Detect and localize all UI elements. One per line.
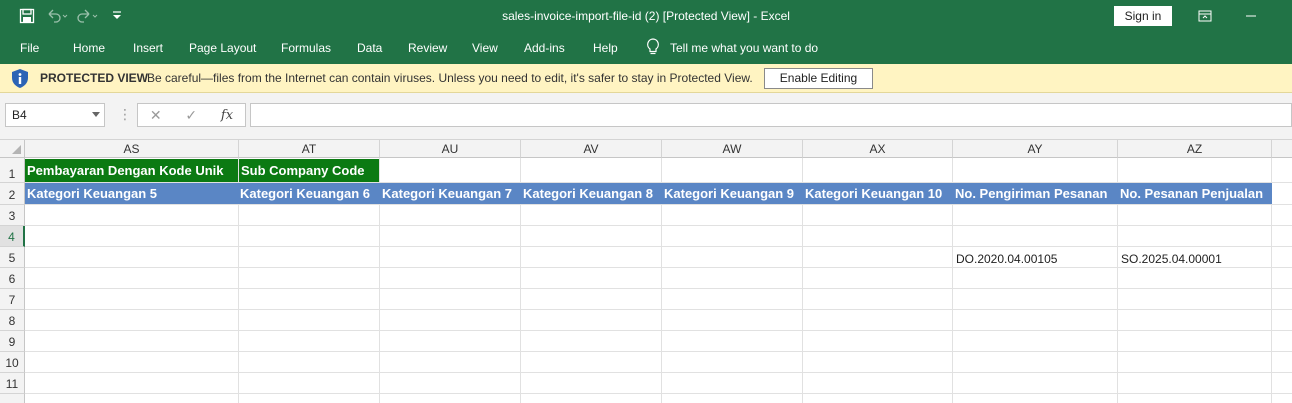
row-header-5[interactable]: 5 — [0, 247, 25, 268]
gridline — [25, 225, 1292, 226]
cell-av2[interactable]: Kategori Keuangan 8 — [521, 183, 662, 204]
title-bar: sales-invoice-import-file-id (2) [Protec… — [0, 0, 1292, 32]
tab-home[interactable]: Home — [73, 32, 105, 64]
column-header-au[interactable]: AU — [380, 140, 521, 158]
cell-ay2[interactable]: No. Pengiriman Pesanan — [953, 183, 1118, 204]
row-header-6[interactable]: 6 — [0, 268, 25, 289]
insert-function-icon[interactable]: fx — [221, 108, 233, 123]
column-header-av[interactable]: AV — [521, 140, 662, 158]
tab-formulas[interactable]: Formulas — [281, 32, 331, 64]
undo-icon[interactable] — [44, 0, 70, 32]
shield-info-icon — [10, 68, 30, 89]
formula-bar: B4 ⋮ ✕ ✓ fx — [0, 93, 1292, 140]
formula-buttons: ✕ ✓ fx — [137, 103, 246, 127]
cell-as2[interactable]: Kategori Keuangan 5 — [25, 183, 238, 204]
save-icon[interactable] — [14, 0, 40, 32]
column-header-next[interactable] — [1272, 140, 1292, 158]
row-header-8[interactable]: 8 — [0, 310, 25, 331]
name-box-value: B4 — [12, 108, 27, 122]
tab-data[interactable]: Data — [357, 32, 382, 64]
name-box[interactable]: B4 — [5, 103, 105, 127]
tab-file[interactable]: File — [20, 32, 39, 64]
ribbon-tabs: File Home Insert Page Layout Formulas Da… — [0, 32, 1292, 64]
tell-me-search[interactable]: Tell me what you want to do — [646, 32, 818, 64]
ribbon-display-options-icon[interactable] — [1182, 0, 1228, 32]
gridline — [25, 288, 1292, 289]
protected-view-message: Be careful—files from the Internet can c… — [147, 71, 753, 85]
tab-insert[interactable]: Insert — [133, 32, 163, 64]
gridline — [25, 204, 1292, 205]
gridline — [25, 330, 1292, 331]
tell-me-label: Tell me what you want to do — [670, 41, 819, 55]
row-header-9[interactable]: 9 — [0, 331, 25, 352]
row-header-1[interactable]: 1 — [0, 158, 25, 183]
cell-au2[interactable]: Kategori Keuangan 7 — [380, 183, 521, 204]
protected-view-bar: PROTECTED VIEW Be careful—files from the… — [0, 64, 1292, 93]
column-header-as[interactable]: AS — [25, 140, 239, 158]
lightbulb-icon — [646, 37, 660, 59]
tab-page-layout[interactable]: Page Layout — [189, 32, 256, 64]
cell-ay5[interactable]: DO.2020.04.00105 — [953, 247, 1117, 267]
column-header-ay[interactable]: AY — [953, 140, 1118, 158]
protected-view-title: PROTECTED VIEW — [40, 71, 149, 85]
cell-at2[interactable]: Kategori Keuangan 6 — [238, 183, 380, 204]
gridline — [25, 267, 1292, 268]
cell-az5[interactable]: SO.2025.04.00001 — [1118, 247, 1271, 267]
row-header-3[interactable]: 3 — [0, 205, 25, 226]
chevron-down-icon[interactable] — [92, 112, 100, 117]
tab-add-ins[interactable]: Add-ins — [524, 32, 565, 64]
column-header-ax[interactable]: AX — [803, 140, 953, 158]
cancel-icon[interactable]: ✕ — [150, 107, 162, 124]
more-options-icon[interactable]: ⋮ — [118, 103, 132, 127]
confirm-icon[interactable]: ✓ — [185, 107, 197, 124]
column-header-az[interactable]: AZ — [1118, 140, 1272, 158]
gridline — [25, 393, 1292, 394]
quick-access-toolbar — [14, 0, 130, 32]
tab-help[interactable]: Help — [593, 32, 618, 64]
enable-editing-button[interactable]: Enable Editing — [764, 68, 873, 89]
column-header-aw[interactable]: AW — [662, 140, 803, 158]
row-header-4[interactable]: 4 — [0, 226, 25, 247]
row-header-12[interactable] — [0, 394, 25, 403]
row-header-2[interactable]: 2 — [0, 183, 25, 205]
spreadsheet-grid: AS AT AU AV AW AX AY AZ 1 2 3 4 5 6 7 8 … — [0, 140, 1292, 403]
gridline — [25, 351, 1292, 352]
formula-input[interactable] — [250, 103, 1292, 127]
row-header-10[interactable]: 10 — [0, 352, 25, 373]
window-title: sales-invoice-import-file-id (2) [Protec… — [502, 9, 790, 23]
row-header-7[interactable]: 7 — [0, 289, 25, 310]
cell-az2[interactable]: No. Pesanan Penjualan — [1118, 183, 1272, 204]
select-all-button[interactable] — [0, 140, 25, 158]
tab-view[interactable]: View — [472, 32, 498, 64]
cell-as1[interactable]: Pembayaran Dengan Kode Unik — [25, 159, 238, 182]
cell-at1[interactable]: Sub Company Code — [239, 159, 379, 182]
gridline — [25, 309, 1292, 310]
row-header-11[interactable]: 11 — [0, 373, 25, 394]
cell-aw2[interactable]: Kategori Keuangan 9 — [662, 183, 803, 204]
tab-review[interactable]: Review — [408, 32, 447, 64]
minimize-icon[interactable] — [1228, 0, 1274, 32]
sign-in-button[interactable]: Sign in — [1114, 6, 1172, 26]
redo-icon[interactable] — [74, 0, 100, 32]
cell-ax2[interactable]: Kategori Keuangan 10 — [803, 183, 953, 204]
gridline — [25, 372, 1292, 373]
column-header-at[interactable]: AT — [239, 140, 380, 158]
customize-toolbar-icon[interactable] — [104, 0, 130, 32]
